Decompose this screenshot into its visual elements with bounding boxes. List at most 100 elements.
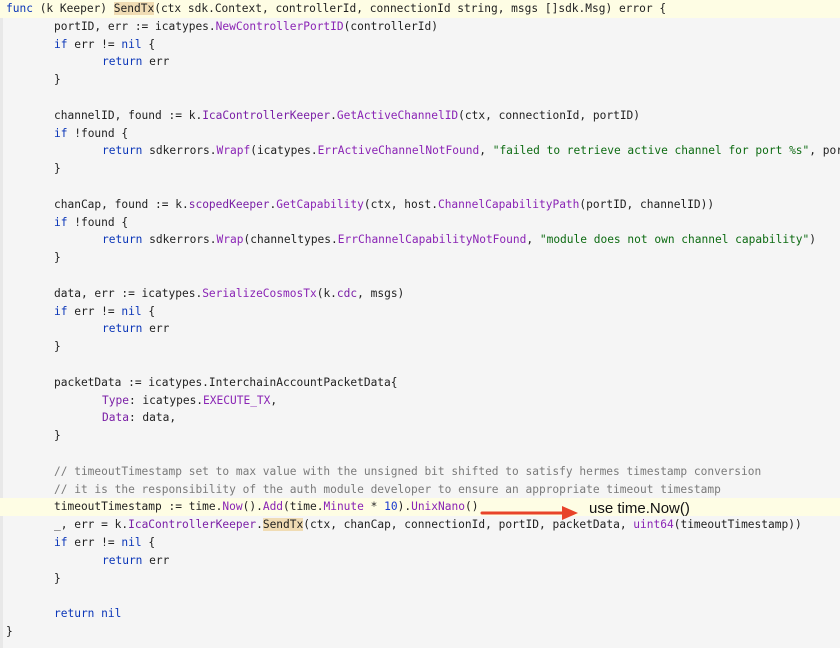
code-token: (time.: [283, 500, 324, 514]
code-token: sdkerrors.: [142, 144, 217, 158]
code-token: channelID, found := k.: [54, 108, 203, 122]
code-token: (k.: [316, 286, 337, 300]
code-token: Now: [222, 500, 243, 514]
code-token: "failed to retrieve active channel for p…: [492, 144, 810, 158]
code-token: }: [54, 340, 61, 354]
code-editor[interactable]: func (k Keeper) SendTx(ctx sdk.Context, …: [0, 0, 840, 648]
code-line: if !found {: [0, 214, 840, 232]
code-token: err: [142, 322, 170, 336]
code-line-text: }: [54, 71, 61, 89]
code-line: // it is the responsibility of the auth …: [0, 481, 840, 499]
code-token: Data: [102, 411, 129, 425]
code-token: err !=: [67, 37, 122, 51]
code-token: : data,: [128, 411, 177, 425]
code-token: sdkerrors.: [142, 233, 217, 247]
code-line-text: return nil: [54, 605, 121, 623]
code-line: Type: icatypes.EXECUTE_TX,: [0, 392, 840, 410]
code-line-text: chanCap, found := k.scopedKeeper.GetCapa…: [54, 196, 714, 214]
code-token: }: [54, 429, 61, 443]
code-token: Type: [102, 393, 129, 407]
code-token: err: [142, 55, 170, 69]
code-line: _, err = k.IcaControllerKeeper.SendTx(ct…: [0, 516, 840, 534]
code-line-text: }: [54, 160, 61, 178]
code-token: if: [54, 215, 68, 229]
code-token: ,: [270, 393, 278, 407]
code-token: (ctx, chanCap, connectionId, portID, pac…: [303, 518, 634, 532]
code-line-text: if err != nil {: [54, 534, 155, 552]
code-token: }: [54, 73, 61, 87]
code-token: (): [464, 500, 479, 514]
code-token: }: [54, 251, 61, 265]
code-line-text: channelID, found := k.IcaControllerKeepe…: [54, 107, 640, 125]
code-token: return: [102, 144, 143, 158]
code-token: return: [54, 607, 95, 621]
code-token: NewControllerPortID: [215, 19, 344, 33]
code-line-text: return err: [102, 552, 169, 570]
code-token: EXECUTE_TX: [203, 393, 271, 407]
annotation-label: use time.Now(): [589, 500, 690, 517]
code-token: ChannelCapabilityPath: [437, 197, 580, 211]
code-token: (ctx, host.: [363, 197, 438, 211]
code-line-text: }: [54, 249, 61, 267]
code-token: Wrap: [216, 233, 244, 247]
code-line-text: return err: [102, 320, 169, 338]
code-line-text: _, err = k.IcaControllerKeeper.SendTx(ct…: [54, 516, 802, 534]
code-line-text: return sdkerrors.Wrapf(icatypes.ErrActiv…: [102, 142, 840, 160]
code-token: {: [141, 37, 156, 51]
code-token: ): [809, 233, 817, 247]
code-token: .: [256, 518, 263, 532]
code-token: (timeoutTimestamp)): [673, 518, 802, 532]
code-token: err !=: [67, 536, 122, 549]
code-line: }: [0, 427, 840, 445]
code-token: (portID, channelID)): [579, 197, 715, 211]
code-token: nil: [121, 304, 142, 318]
code-line: if err != nil {: [0, 36, 840, 54]
code-token: timeoutTimestamp := time.: [54, 500, 223, 514]
code-line-text: if err != nil {: [54, 36, 155, 54]
code-line: if err != nil {: [0, 534, 840, 552]
code-line-text: func (k Keeper) SendTx(ctx sdk.Context, …: [6, 0, 666, 18]
code-line-text: Data: data,: [102, 409, 176, 427]
code-token: {: [141, 304, 156, 318]
code-line: return sdkerrors.Wrapf(icatypes.ErrActiv…: [0, 142, 840, 160]
code-token: _, err = k.: [54, 518, 129, 532]
code-token: ,: [479, 144, 493, 158]
code-token: !found {: [67, 215, 129, 229]
code-line-text: packetData := icatypes.InterchainAccount…: [54, 374, 398, 392]
code-line: channelID, found := k.IcaControllerKeepe…: [0, 107, 840, 125]
code-token: // timeoutTimestamp set to max value wit…: [54, 464, 762, 478]
code-line: data, err := icatypes.SerializeCosmosTx(…: [0, 285, 840, 303]
code-token: (icatypes.: [250, 144, 318, 158]
code-token: Wrapf: [216, 144, 251, 158]
code-token: scopedKeeper: [188, 197, 270, 211]
code-line: }: [0, 160, 840, 178]
code-token: portID, err := icatypes.: [54, 19, 216, 33]
code-token: (ctx sdk.Context, controllerId, connecti…: [154, 2, 667, 15]
code-line-text: data, err := icatypes.SerializeCosmosTx(…: [54, 285, 404, 303]
code-token: nil: [121, 37, 142, 51]
code-token: chanCap, found := k.: [54, 197, 189, 211]
code-line: // timeoutTimestamp set to max value wit…: [0, 463, 840, 481]
code-token: ).: [397, 500, 412, 514]
code-token: ,: [526, 233, 540, 247]
code-line-text: }: [54, 338, 61, 356]
code-token: if: [54, 37, 68, 51]
code-line-text: timeoutTimestamp := time.Now().Add(time.…: [54, 498, 478, 516]
code-token: ().: [242, 500, 263, 514]
code-token: {: [141, 536, 156, 549]
code-token: if: [54, 126, 68, 140]
code-token: if: [54, 304, 68, 318]
code-token: data, err := icatypes.: [54, 286, 203, 300]
code-line: }: [0, 338, 840, 356]
code-line-text: // it is the responsibility of the auth …: [54, 481, 721, 499]
code-line: }: [0, 71, 840, 89]
code-line: chanCap, found := k.scopedKeeper.GetCapa…: [0, 196, 840, 214]
code-line: return nil: [0, 605, 840, 623]
code-token: (ctx, connectionId, portID): [458, 108, 641, 122]
code-line-text: }: [54, 427, 61, 445]
code-token: SerializeCosmosTx: [202, 286, 317, 300]
